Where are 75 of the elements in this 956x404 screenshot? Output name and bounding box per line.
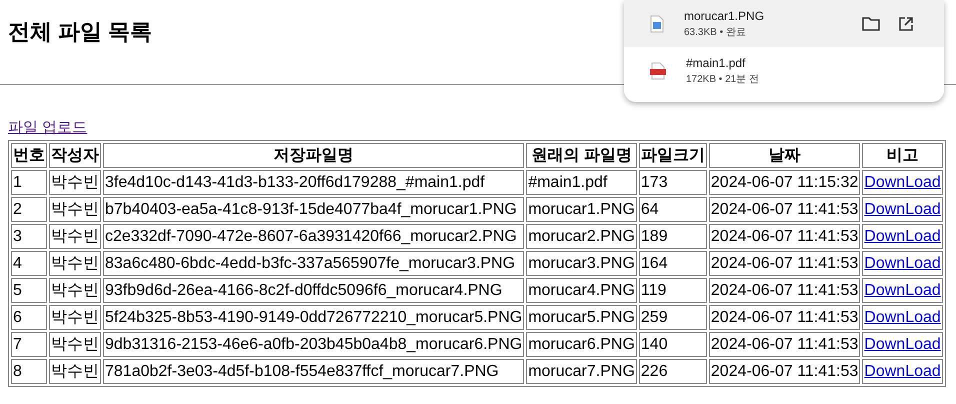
table-cell: morucar7.PNG: [526, 359, 637, 384]
table-cell: 9db31316-2153-46e6-a0fb-203b45b0a4b8_morucar6.PNG: [103, 332, 524, 357]
table-cell: 6: [11, 305, 47, 330]
file-name: #main1.pdf: [686, 54, 746, 70]
table-cell: 259: [638, 305, 707, 330]
table-cell: morucar2.PNG: [526, 224, 637, 249]
table-cell: 2024-06-07 11:41:53: [708, 332, 860, 357]
file-status: 172KB • 21분 전: [686, 72, 760, 86]
external-link-icon[interactable]: [898, 16, 914, 32]
table-cell: morucar5.PNG: [526, 305, 637, 330]
column-header: 날짜: [708, 143, 860, 168]
table-cell: morucar1.PNG: [526, 197, 637, 222]
table-cell: 7: [11, 332, 47, 357]
table-cell: 1: [11, 170, 47, 195]
table-cell: morucar6.PNG: [526, 332, 637, 357]
table-cell: 2: [11, 197, 47, 222]
table-cell: 189: [638, 224, 707, 249]
image-file-icon: [650, 14, 664, 32]
table-cell: 2024-06-07 11:15:32: [708, 170, 860, 195]
table-cell: 박수빈: [49, 224, 101, 249]
upload-link[interactable]: 파일 업로드: [8, 119, 88, 136]
table-cell: 2024-06-07 11:41:53: [708, 305, 860, 330]
table-cell: 164: [638, 251, 707, 276]
table-cell: morucar3.PNG: [526, 251, 637, 276]
download-link[interactable]: DownLoad: [862, 170, 943, 195]
table-cell: b7b40403-ea5a-41c8-913f-15de4077ba4f_morucar1.PNG: [103, 197, 524, 222]
page-title: 전체 파일 목록: [8, 18, 152, 46]
download-link[interactable]: DownLoad: [862, 332, 943, 357]
table-cell: 8: [11, 359, 47, 384]
download-link[interactable]: DownLoad: [862, 278, 943, 303]
table-cell: c2e332df-7090-472e-8607-6a3931420f66_morucar2.PNG: [103, 224, 524, 249]
table-cell: 5: [11, 278, 47, 303]
table-cell: 3: [11, 224, 47, 249]
file-status: 63.3KB • 완료: [684, 26, 747, 40]
table-cell: 박수빈: [49, 251, 101, 276]
table-cell: 226: [638, 359, 707, 384]
table-cell: 3fe4d10c-d143-41d3-b133-20ff6d179288_#main1.pdf: [103, 170, 524, 195]
table-cell: 93fb9d6d-26ea-4166-8c2f-d0ffdc5096f6_morucar4.PNG: [103, 278, 524, 303]
download-item[interactable]: morucar1.PNG 63.3KB • 완료: [624, 0, 944, 47]
download-link[interactable]: DownLoad: [862, 359, 943, 384]
file-name: morucar1.PNG: [684, 8, 766, 24]
folder-icon[interactable]: [862, 16, 880, 30]
pdf-file-icon: [650, 62, 666, 80]
table-cell: 박수빈: [49, 278, 101, 303]
table-cell: 박수빈: [49, 197, 101, 222]
table-cell: 2024-06-07 11:41:53: [708, 224, 860, 249]
download-link[interactable]: DownLoad: [862, 305, 943, 330]
column-header: 비고: [862, 143, 943, 168]
column-header: 원래의 파일명: [526, 143, 637, 168]
download-link[interactable]: DownLoad: [862, 224, 943, 249]
table-cell: morucar4.PNG: [526, 278, 637, 303]
table-cell: 119: [638, 278, 707, 303]
table-cell: 83a6c480-6bdc-4edd-b3fc-337a565907fe_morucar3.PNG: [103, 251, 524, 276]
column-header: 파일크기: [638, 143, 707, 168]
download-link[interactable]: DownLoad: [862, 251, 943, 276]
column-header: 저장파일명: [103, 143, 524, 168]
column-header: 번호: [11, 143, 47, 168]
table-cell: 2024-06-07 11:41:53: [708, 251, 860, 276]
table-cell: 2024-06-07 11:41:53: [708, 278, 860, 303]
table-cell: #main1.pdf: [526, 170, 637, 195]
table-cell: 박수빈: [49, 359, 101, 384]
table-cell: 박수빈: [49, 332, 101, 357]
table-cell: 2024-06-07 11:41:53: [708, 197, 860, 222]
download-link[interactable]: DownLoad: [862, 197, 943, 222]
table-cell: 140: [638, 332, 707, 357]
table-cell: 64: [638, 197, 707, 222]
table-cell: 173: [638, 170, 707, 195]
table-cell: 박수빈: [49, 170, 101, 195]
table-cell: 4: [11, 251, 47, 276]
download-item[interactable]: #main1.pdf 172KB • 21분 전: [624, 47, 944, 94]
table-cell: 박수빈: [49, 305, 101, 330]
table-cell: 781a0b2f-3e03-4d5f-b108-f554e837ffcf_morucar7.PNG: [103, 359, 524, 384]
table-cell: 2024-06-07 11:41:53: [708, 359, 860, 384]
column-header: 작성자: [49, 143, 101, 168]
table-cell: 5f24b325-8b53-4190-9149-0dd726772210_morucar5.PNG: [103, 305, 524, 330]
